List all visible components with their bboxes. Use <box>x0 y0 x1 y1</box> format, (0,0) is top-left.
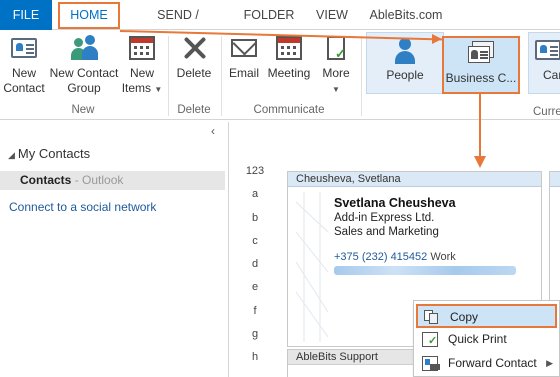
group-label-communicate: Communicate <box>253 104 325 116</box>
pane-divider <box>228 122 229 377</box>
ribbon-separator <box>168 36 169 116</box>
group-label-new: New <box>71 104 95 116</box>
new-items-label-line1: New <box>129 66 154 80</box>
email-label: Email <box>228 66 259 80</box>
contact-phone-row: +375 (232) 415452 Work <box>334 251 456 263</box>
new-contact-group-button[interactable]: New Contact Group <box>47 34 121 96</box>
tab-file[interactable]: FILE <box>0 0 52 30</box>
forward-contact-icon <box>422 356 440 371</box>
contact-department: Sales and Marketing <box>334 226 439 238</box>
more-label: More <box>322 66 350 80</box>
alphabet-index-item[interactable]: d <box>243 256 267 279</box>
new-contact-group-label-line2: Group <box>67 81 101 95</box>
new-items-icon <box>127 34 157 62</box>
cards-icon <box>533 36 560 64</box>
group-label-current-view: Curre <box>533 106 560 118</box>
ribbon: New Contact New Contact Group New Items … <box>0 30 560 120</box>
new-contact-label-line1: New <box>11 66 36 80</box>
more-clipboard-icon <box>321 34 351 62</box>
menu-item-copy-label: Copy <box>450 310 479 324</box>
contact-phone-type: Work <box>430 251 456 263</box>
menu-item-forward-contact[interactable]: Forward Contact ▶ <box>416 352 557 376</box>
context-menu: Copy Quick Print Forward Contact ▶ <box>413 300 560 377</box>
delete-button[interactable]: Delete <box>172 34 216 81</box>
expand-triangle-icon: ◢ <box>8 150 15 160</box>
tab-home[interactable]: HOME <box>58 2 120 29</box>
my-contacts-label: My Contacts <box>17 146 91 161</box>
tab-send-receive[interactable]: SEND / RECEIVE <box>128 0 228 52</box>
tab-view[interactable]: VIEW <box>308 0 356 30</box>
contacts-folder-source: - Outlook <box>74 173 124 187</box>
more-button[interactable]: More ▼ <box>316 34 356 97</box>
collapse-pane-icon[interactable]: ‹ <box>211 124 215 138</box>
email-envelope-icon <box>229 34 259 62</box>
view-cards-button[interactable]: Car <box>528 32 560 94</box>
alphabet-index-item[interactable]: e <box>243 279 267 302</box>
alphabet-index-item[interactable]: 123 <box>243 163 267 186</box>
new-items-button[interactable]: New Items ▼ <box>120 34 164 97</box>
new-contact-group-label-line1: New Contact <box>49 66 119 80</box>
delete-x-icon <box>179 34 209 62</box>
meeting-button[interactable]: Meeting <box>264 34 314 81</box>
alphabet-index-item[interactable]: a <box>243 186 267 209</box>
contact-company: Add-in Express Ltd. <box>334 212 435 224</box>
business-card[interactable]: AbleBits Support <box>287 349 417 377</box>
tab-ablebits[interactable]: AbleBits.com <box>364 0 448 30</box>
group-label-delete: Delete <box>177 104 211 116</box>
new-contact-label-line2: Contact <box>3 81 45 95</box>
alphabet-index-item[interactable]: h <box>243 349 267 372</box>
business-card-header: AbleBits Support <box>288 350 416 365</box>
menu-item-quick-print[interactable]: Quick Print <box>416 328 557 352</box>
alphabet-index-item[interactable]: f <box>243 303 267 326</box>
people-icon <box>390 36 420 64</box>
copy-icon <box>424 310 440 325</box>
chevron-down-icon: ▼ <box>154 85 163 94</box>
alphabet-index-item[interactable]: g <box>243 326 267 349</box>
contacts-folder-label: Contacts <box>20 173 72 187</box>
connect-social-network-link[interactable]: Connect to a social network <box>9 200 156 214</box>
contact-card-icon <box>9 34 39 62</box>
new-items-label-line2: Items <box>121 81 152 95</box>
alphabet-index-item[interactable]: b <box>243 210 267 233</box>
cards-label: Car <box>543 68 560 82</box>
my-contacts-header[interactable]: ◢ My Contacts <box>8 146 90 161</box>
people-label: People <box>386 68 424 82</box>
email-button[interactable]: Email <box>225 34 263 81</box>
business-cards-label: Business C... <box>445 71 517 85</box>
contact-phone: +375 (232) 415452 <box>334 251 428 263</box>
ribbon-tab-bar: FILE HOME SEND / RECEIVE FOLDER VIEW Abl… <box>0 0 560 52</box>
card-background-graphic <box>295 192 329 342</box>
tab-folder[interactable]: FOLDER <box>238 0 300 30</box>
meeting-calendar-icon <box>274 34 304 62</box>
view-business-cards-button[interactable]: Business C... <box>442 36 520 94</box>
quick-print-icon <box>422 330 438 352</box>
delete-label: Delete <box>176 66 212 80</box>
submenu-arrow-icon: ▶ <box>546 358 553 368</box>
menu-item-forward-contact-label: Forward Contact <box>448 356 537 370</box>
ribbon-separator <box>361 36 362 116</box>
business-card-icon <box>466 39 496 67</box>
new-contact-button[interactable]: New Contact <box>2 34 46 96</box>
chevron-down-icon: ▼ <box>332 85 340 94</box>
menu-item-copy[interactable]: Copy <box>416 304 557 328</box>
contact-name: Svetlana Cheusheva <box>334 196 456 210</box>
contact-group-icon <box>69 34 99 62</box>
meeting-label: Meeting <box>267 66 311 80</box>
folder-contacts[interactable]: Contacts - Outlook <box>0 171 225 190</box>
alphabet-index-item[interactable]: c <box>243 233 267 256</box>
alphabet-index: 123 a b c d e f g h <box>243 163 267 373</box>
menu-item-quick-print-label: Quick Print <box>448 332 507 346</box>
contact-email-blurred <box>334 266 516 275</box>
business-card-header: Cheusheva, Svetlana <box>288 172 541 187</box>
